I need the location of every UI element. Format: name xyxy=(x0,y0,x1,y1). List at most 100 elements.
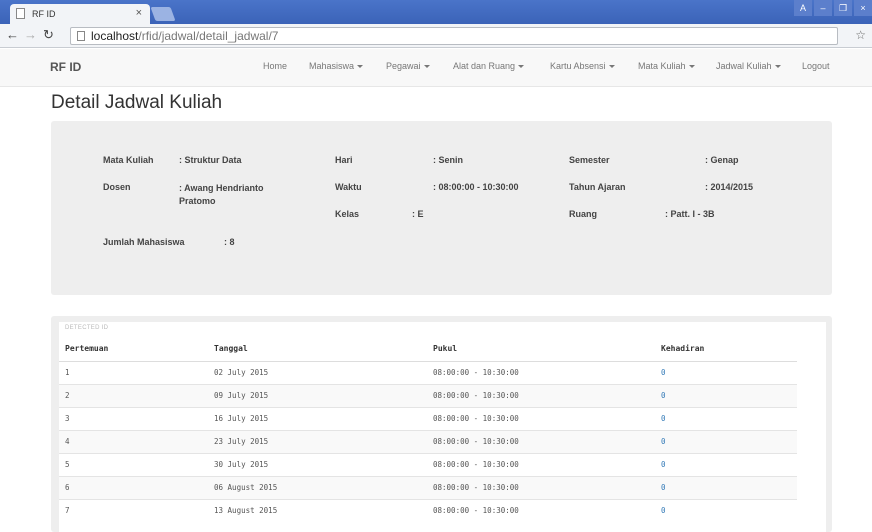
header-tanggal[interactable]: Tanggal xyxy=(208,337,427,362)
cell-pukul: 08:00:00 - 10:30:00 xyxy=(427,360,655,384)
cell-tanggal: 09 July 2015 xyxy=(208,383,427,407)
cell-kehadiran-link[interactable]: 0 xyxy=(655,452,797,476)
table-row: 7 13 August 2015 08:00:00 - 10:30:00 0 xyxy=(59,498,797,522)
nav-label: Home xyxy=(263,61,288,71)
nav-logout[interactable]: Logout xyxy=(802,61,830,71)
cell-tanggal: 23 July 2015 xyxy=(208,429,427,453)
cell-tanggal: 13 August 2015 xyxy=(208,498,427,522)
address-bar[interactable]: localhost/rfid/jadwal/detail_jadwal/7 xyxy=(70,27,838,45)
cell-kehadiran-link[interactable]: 0 xyxy=(655,475,797,499)
waktu-value: : 08:00:00 - 10:30:00 xyxy=(433,182,519,192)
forward-arrow-icon[interactable]: → xyxy=(24,27,37,42)
table-header-row: Pertemuan Tanggal Pukul Kehadiran xyxy=(59,337,797,362)
nav-mata-kuliah[interactable]: Mata Kuliah xyxy=(638,61,695,71)
hari-value: : Senin xyxy=(433,155,464,165)
tahun-ajaran-value: : 2014/2015 xyxy=(705,182,754,192)
cell-pertemuan: 2 xyxy=(59,383,208,407)
url-text: localhost/rfid/jadwal/detail_jadwal/7 xyxy=(91,28,278,44)
semester-value: : Genap xyxy=(705,155,739,165)
cell-pukul: 08:00:00 - 10:30:00 xyxy=(427,406,655,430)
nav-label: Jadwal Kuliah xyxy=(716,61,772,71)
header-pukul[interactable]: Pukul xyxy=(427,337,655,362)
detail-panel xyxy=(51,121,832,295)
cell-tanggal: 02 July 2015 xyxy=(208,360,427,384)
window-controls: A – ❐ × xyxy=(792,0,872,20)
tahun-ajaran-label: Tahun Ajaran xyxy=(569,182,626,192)
maximize-button[interactable]: ❐ xyxy=(834,0,852,16)
cell-kehadiran-link[interactable]: 0 xyxy=(655,498,797,522)
caret-down-icon xyxy=(518,65,525,69)
nav-label: Mata Kuliah xyxy=(638,61,686,71)
nav-label: Mahasiswa xyxy=(309,61,355,71)
table-caption: DETECTED ID xyxy=(65,325,109,331)
cell-kehadiran-link[interactable]: 0 xyxy=(655,406,797,430)
profile-button[interactable]: A xyxy=(794,0,812,16)
url-path: /rfid/jadwal/detail_jadwal/7 xyxy=(138,29,279,43)
new-tab-button[interactable] xyxy=(150,7,176,21)
cell-pertemuan: 5 xyxy=(59,452,208,476)
table-row: 5 30 July 2015 08:00:00 - 10:30:00 0 xyxy=(59,452,797,476)
dosen-label: Dosen xyxy=(103,182,131,192)
cell-pertemuan: 6 xyxy=(59,475,208,499)
cell-tanggal: 06 August 2015 xyxy=(208,475,427,499)
browser-titlebar: RF ID × A – ❐ × xyxy=(0,0,872,24)
kelas-value: : E xyxy=(412,209,424,219)
header-kehadiran[interactable]: Kehadiran xyxy=(655,337,797,362)
nav-kartu-absensi[interactable]: Kartu Absensi xyxy=(550,61,615,71)
semester-label: Semester xyxy=(569,155,610,165)
cell-pertemuan: 7 xyxy=(59,498,208,522)
caret-down-icon xyxy=(774,65,781,69)
waktu-label: Waktu xyxy=(335,182,362,192)
browser-tab[interactable]: RF ID × xyxy=(10,4,150,24)
url-host: localhost xyxy=(91,29,139,43)
table-row: 2 09 July 2015 08:00:00 - 10:30:00 0 xyxy=(59,383,797,407)
caret-down-icon xyxy=(608,65,615,69)
cell-tanggal: 30 July 2015 xyxy=(208,452,427,476)
cell-pukul: 08:00:00 - 10:30:00 xyxy=(427,452,655,476)
tab-close-icon[interactable]: × xyxy=(136,7,142,19)
nav-label: Kartu Absensi xyxy=(550,61,606,71)
close-window-button[interactable]: × xyxy=(854,0,872,16)
cell-pertemuan: 3 xyxy=(59,406,208,430)
app-navbar: RF ID Home Mahasiswa Pegawai Alat dan Ru… xyxy=(0,49,872,87)
mata-kuliah-label: Mata Kuliah xyxy=(103,155,154,165)
brand-logo[interactable]: RF ID xyxy=(50,60,81,74)
dosen-value: : Awang Hendrianto Pratomo xyxy=(179,183,264,206)
cell-pukul: 08:00:00 - 10:30:00 xyxy=(427,383,655,407)
nav-label: Alat dan Ruang xyxy=(453,61,516,71)
cell-kehadiran-link[interactable]: 0 xyxy=(655,360,797,384)
nav-jadwal-kuliah[interactable]: Jadwal Kuliah xyxy=(716,61,781,71)
back-arrow-icon[interactable]: ← xyxy=(6,27,19,42)
kelas-label: Kelas xyxy=(335,209,360,219)
reload-icon[interactable]: ↻ xyxy=(43,27,54,43)
page-icon xyxy=(77,31,85,41)
hari-label: Hari xyxy=(335,155,353,165)
caret-down-icon xyxy=(357,65,364,69)
nav-pegawai[interactable]: Pegawai xyxy=(386,61,430,71)
header-pertemuan[interactable]: Pertemuan xyxy=(59,337,208,362)
mata-kuliah-value: : Struktur Data xyxy=(179,155,242,165)
cell-kehadiran-link[interactable]: 0 xyxy=(655,429,797,453)
cell-pukul: 08:00:00 - 10:30:00 xyxy=(427,475,655,499)
cell-kehadiran-link[interactable]: 0 xyxy=(655,383,797,407)
table-row: 6 06 August 2015 08:00:00 - 10:30:00 0 xyxy=(59,475,797,499)
nav-label: Logout xyxy=(802,61,830,71)
browser-toolbar: ← → ↻ localhost/rfid/jadwal/detail_jadwa… xyxy=(0,24,872,48)
cell-pertemuan: 1 xyxy=(59,360,208,384)
nav-alat-dan-ruang[interactable]: Alat dan Ruang xyxy=(453,61,525,71)
table-row: 4 23 July 2015 08:00:00 - 10:30:00 0 xyxy=(59,429,797,453)
attendance-table: Pertemuan Tanggal Pukul Kehadiran 1 02 J… xyxy=(59,337,797,522)
bookmark-star-icon[interactable]: ☆ xyxy=(855,28,866,42)
jumlah-mahasiswa-value: : 8 xyxy=(224,237,235,247)
tab-title: RF ID xyxy=(32,9,56,19)
nav-home[interactable]: Home xyxy=(263,61,287,71)
nav-label: Pegawai xyxy=(386,61,421,71)
minimize-button[interactable]: – xyxy=(814,0,832,16)
cell-pukul: 08:00:00 - 10:30:00 xyxy=(427,498,655,522)
nav-mahasiswa[interactable]: Mahasiswa xyxy=(309,61,364,71)
ruang-value: : Patt. I - 3B xyxy=(665,209,715,219)
cell-pertemuan: 4 xyxy=(59,429,208,453)
caret-down-icon xyxy=(423,65,430,69)
cell-pukul: 08:00:00 - 10:30:00 xyxy=(427,429,655,453)
page-title: Detail Jadwal Kuliah xyxy=(51,92,223,113)
